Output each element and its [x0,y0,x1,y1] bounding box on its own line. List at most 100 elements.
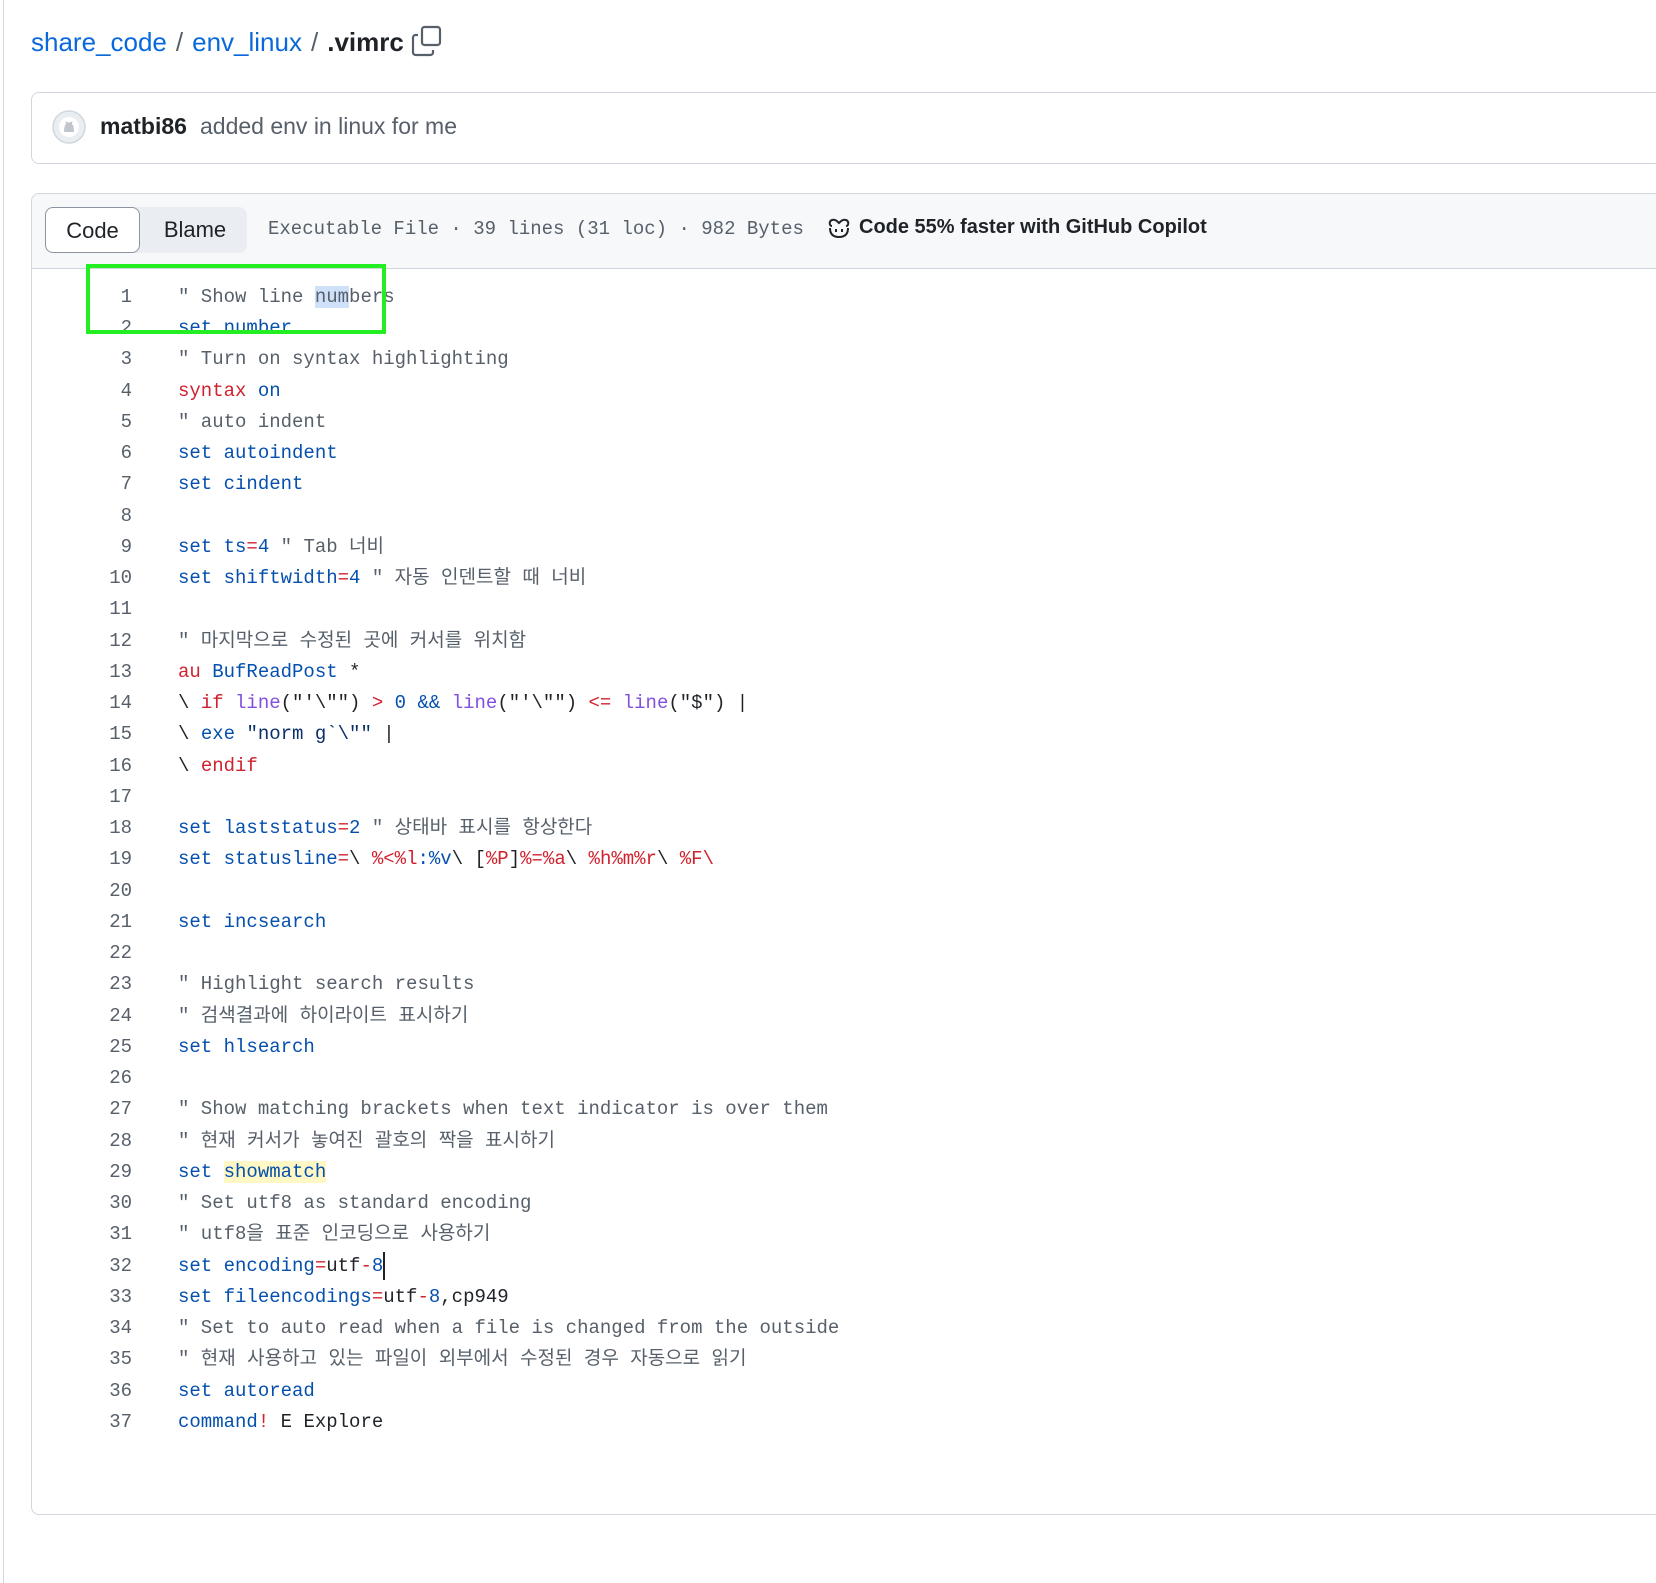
code-line: 33 set fileencodings=utf-8,cp949 [32,1281,1656,1313]
line-number[interactable]: 18 [72,812,132,844]
line-number[interactable]: 20 [72,875,132,907]
code-text: " utf8을 표준 인코딩으로 사용하기 [178,1223,491,1245]
code-text: set incsearch [178,911,327,933]
code-line: 8 [32,500,1656,532]
code-line: 3 " Turn on syntax highlighting [32,343,1656,375]
code-text: " Show line numbers [178,286,395,308]
line-number[interactable]: 23 [72,968,132,1000]
commit-message[interactable]: added env in linux for me [200,113,457,140]
code-line: 10 set shiftwidth=4 " 자동 인덴트할 때 너비 [32,562,1656,594]
copy-path-button[interactable] [410,24,444,58]
code-line: 1 " Show line numbers [32,281,1656,313]
line-number[interactable]: 12 [72,625,132,657]
line-number[interactable]: 35 [72,1343,132,1375]
line-number[interactable]: 19 [72,843,132,875]
code-text: set encoding=utf-8 [178,1250,386,1282]
line-number[interactable]: 30 [72,1187,132,1219]
code-text: set number [178,317,293,339]
breadcrumb-repo-link[interactable]: share_code [31,27,167,58]
line-number[interactable]: 37 [72,1406,132,1438]
copy-icon [411,25,442,57]
line-number[interactable]: 34 [72,1312,132,1344]
code-line: 11 [32,593,1656,625]
code-line: 5 " auto indent [32,406,1656,438]
code-line: 17 [32,781,1656,813]
line-number[interactable]: 11 [72,593,132,625]
code-line: 36 set autoread [32,1375,1656,1407]
code-text: set autoread [178,1380,315,1402]
line-number[interactable]: 32 [72,1250,132,1282]
line-number[interactable]: 16 [72,750,132,782]
line-number[interactable]: 24 [72,1000,132,1032]
left-border [3,0,4,1583]
code-text: set hlsearch [178,1036,315,1058]
line-number[interactable]: 28 [72,1125,132,1157]
line-number[interactable]: 31 [72,1218,132,1250]
line-number[interactable]: 2 [72,312,132,344]
line-number[interactable]: 33 [72,1281,132,1313]
code-line: 24 " 검색결과에 하이라이트 표시하기 [32,1000,1656,1032]
line-number[interactable]: 3 [72,343,132,375]
copilot-promo-link[interactable]: Code 55% faster with GitHub Copilot [827,216,1207,239]
code-line: 37 command! E Explore [32,1406,1656,1438]
code-line: 12 " 마지막으로 수정된 곳에 커서를 위치함 [32,625,1656,657]
code-line: 16 \ endif [32,750,1656,782]
code-line: 13 au BufReadPost * [32,656,1656,688]
code-line: 19 set statusline=\ %<%l:%v\ [%P]%=%a\ %h… [32,843,1656,875]
code-text: set showmatch [178,1161,327,1183]
code-line: 22 [32,937,1656,969]
code-tab[interactable]: Code [45,207,140,253]
file-metadata: Executable File · 39 lines (31 loc) · 98… [268,218,804,240]
breadcrumb-current-file: .vimrc [327,26,404,57]
line-number[interactable]: 6 [72,437,132,469]
line-number[interactable]: 22 [72,937,132,969]
line-number[interactable]: 14 [72,687,132,719]
line-number[interactable]: 13 [72,656,132,688]
line-number[interactable]: 29 [72,1156,132,1188]
line-number[interactable]: 15 [72,718,132,750]
commit-author[interactable]: matbi86 [100,113,187,140]
code-text: " 현재 커서가 놓여진 괄호의 짝을 표시하기 [178,1130,555,1152]
code-line: 23 " Highlight search results [32,968,1656,1000]
code-text: " Show matching brackets when text indic… [178,1098,828,1120]
line-number[interactable]: 1 [72,281,132,313]
code-text: set fileencodings=utf-8,cp949 [178,1286,509,1308]
code-text: " 검색결과에 하이라이트 표시하기 [178,1005,469,1027]
code-line: 15 \ exe "norm g`\"" | [32,718,1656,750]
code-line: 2 set number [32,312,1656,344]
latest-commit-box: matbi86 added env in linux for me [31,92,1656,164]
code-line: 27 " Show matching brackets when text ind… [32,1093,1656,1125]
code-line: 20 [32,875,1656,907]
code-line: 18 set laststatus=2 " 상태바 표시를 항상한다 [32,812,1656,844]
code-text: \ if line("'\"") > 0 && line("'\"") <= l… [178,692,749,714]
code-text: " Set to auto read when a file is change… [178,1317,840,1339]
line-number[interactable]: 17 [72,781,132,813]
code-line: 34 " Set to auto read when a file is chan… [32,1312,1656,1344]
line-number[interactable]: 5 [72,406,132,438]
avatar[interactable] [52,110,86,144]
line-number[interactable]: 21 [72,906,132,938]
line-number[interactable]: 36 [72,1375,132,1407]
line-number[interactable]: 9 [72,531,132,563]
code-line: 9 set ts=4 " Tab 너비 [32,531,1656,563]
breadcrumb-folder-link[interactable]: env_linux [192,27,302,58]
line-number[interactable]: 25 [72,1031,132,1063]
line-number[interactable]: 7 [72,468,132,500]
line-number[interactable]: 8 [72,500,132,532]
code-text: " Set utf8 as standard encoding [178,1192,532,1214]
blame-tab[interactable]: Blame [143,207,247,253]
code-line: 7 set cindent [32,468,1656,500]
code-text: " auto indent [178,411,327,433]
code-line: 6 set autoindent [32,437,1656,469]
copilot-promo-text: Code 55% faster with GitHub Copilot [859,216,1207,238]
code-text: set statusline=\ %<%l:%v\ [%P]%=%a\ %h%m… [178,848,714,870]
line-number[interactable]: 4 [72,375,132,407]
line-number[interactable]: 26 [72,1062,132,1094]
code-text: set cindent [178,473,304,495]
line-number[interactable]: 10 [72,562,132,594]
line-number[interactable]: 27 [72,1093,132,1125]
file-header: Code Blame Executable File · 39 lines (3… [32,194,1656,269]
code-line: 29 set showmatch [32,1156,1656,1188]
code-line: 28 " 현재 커서가 놓여진 괄호의 짝을 표시하기 [32,1125,1656,1157]
breadcrumb-separator: / [175,26,184,57]
